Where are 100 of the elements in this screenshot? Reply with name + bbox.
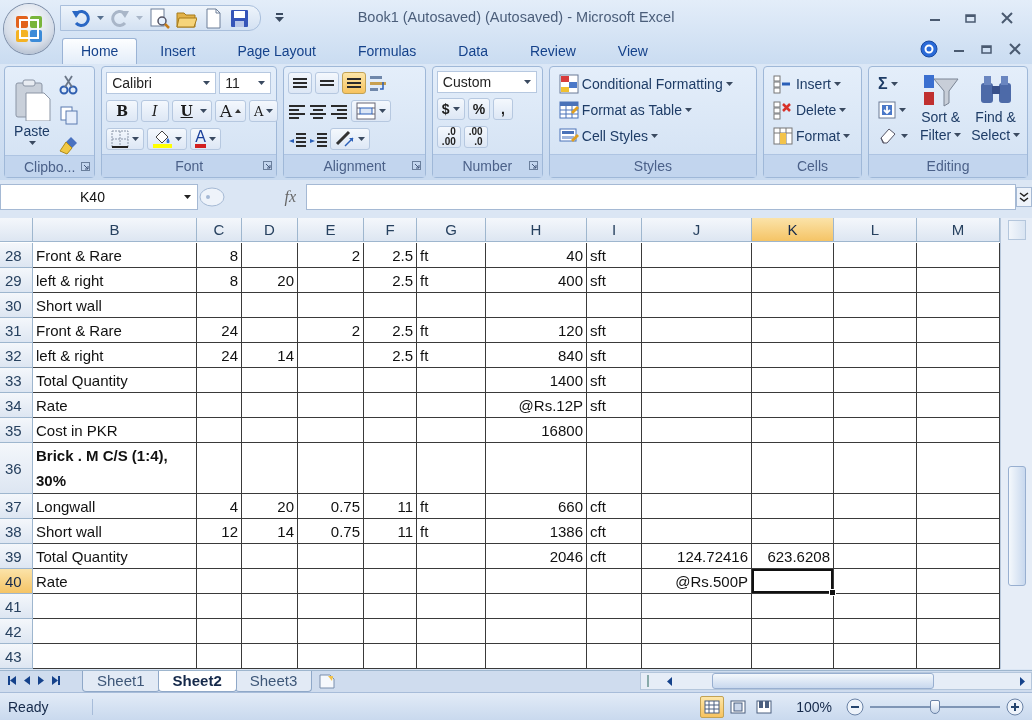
caret-icon[interactable] xyxy=(833,82,841,86)
logo-icon[interactable] xyxy=(14,14,44,44)
caret-icon[interactable] xyxy=(452,107,460,111)
row-header[interactable]: 33 xyxy=(0,368,33,393)
caret-icon[interactable] xyxy=(175,137,183,141)
zoom-slider[interactable] xyxy=(870,699,1000,714)
caret-icon[interactable] xyxy=(1013,133,1021,137)
align-right-icon[interactable] xyxy=(330,103,349,119)
increase-decimal-button[interactable]: .0 .00 xyxy=(436,126,461,148)
row-header[interactable]: 35 xyxy=(0,418,33,443)
comma-button[interactable]: , xyxy=(493,98,513,120)
decrease-indent-icon[interactable] xyxy=(288,130,307,148)
restore-icon[interactable] xyxy=(964,11,978,25)
paint-bucket-icon[interactable] xyxy=(152,129,173,149)
fill-color-button[interactable] xyxy=(147,128,188,150)
customize-toolbar-icon[interactable] xyxy=(275,13,284,23)
vertical-scrollbar[interactable] xyxy=(1000,218,1032,669)
horizontal-scrollbar[interactable] xyxy=(640,672,1032,690)
currency-button[interactable]: $ xyxy=(436,98,465,120)
caret-icon[interactable] xyxy=(954,133,962,137)
ribbon-tab[interactable]: Review xyxy=(510,38,595,64)
number-format-dropdown[interactable]: Custom xyxy=(436,71,537,93)
insert-function-button[interactable]: fx xyxy=(284,187,296,206)
ribbon-tab[interactable]: Formulas xyxy=(339,38,436,64)
caret-icon[interactable] xyxy=(199,109,207,113)
sheet-tab[interactable]: Sheet2 xyxy=(157,671,237,692)
sheet-tab[interactable]: Sheet3 xyxy=(234,671,313,692)
dialog-launcher-icon[interactable] xyxy=(528,161,538,170)
caret-icon[interactable] xyxy=(203,81,211,85)
caret-icon[interactable] xyxy=(358,137,366,141)
restore-icon[interactable] xyxy=(980,42,994,56)
row-header[interactable]: 28 xyxy=(0,243,33,268)
caret-icon[interactable] xyxy=(899,108,906,112)
caret-icon[interactable] xyxy=(651,134,658,138)
caret-icon[interactable] xyxy=(258,81,266,85)
font-name-dropdown[interactable]: Calibri xyxy=(106,72,217,94)
cut-icon[interactable] xyxy=(59,75,79,95)
caret-icon[interactable] xyxy=(843,134,851,138)
row-header[interactable]: 41 xyxy=(0,594,33,619)
office-button[interactable] xyxy=(4,4,54,54)
font-color-button[interactable]: A xyxy=(190,128,221,150)
column-header[interactable]: C xyxy=(197,218,242,242)
last-sheet-icon[interactable] xyxy=(52,676,60,685)
column-header[interactable]: H xyxy=(486,218,587,242)
row-header[interactable]: 34 xyxy=(0,393,33,418)
column-header[interactable]: G xyxy=(417,218,486,242)
slider-thumb[interactable] xyxy=(930,699,940,714)
delete-button[interactable]: Delete xyxy=(767,99,856,121)
print-preview-icon[interactable] xyxy=(149,7,170,29)
column-header[interactable]: D xyxy=(242,218,298,242)
row-header[interactable]: 40 xyxy=(0,569,33,594)
sheet-tab[interactable]: Sheet1 xyxy=(82,671,160,692)
row-header[interactable]: 37 xyxy=(0,494,33,519)
borders-icon[interactable] xyxy=(111,130,130,148)
align-top-button[interactable] xyxy=(288,72,313,94)
align-bottom-button[interactable] xyxy=(342,72,367,94)
undo-icon[interactable] xyxy=(71,8,91,28)
caret-icon[interactable] xyxy=(684,108,692,112)
caret-icon[interactable] xyxy=(235,109,242,113)
bold-button[interactable]: B xyxy=(106,100,138,122)
format-as-table-button[interactable]: Format as Table xyxy=(553,99,738,121)
zoom-out-icon[interactable] xyxy=(846,697,864,716)
column-header[interactable]: M xyxy=(917,218,1000,242)
caret-icon[interactable] xyxy=(523,80,531,84)
new-document-icon[interactable] xyxy=(203,7,223,29)
align-left-icon[interactable] xyxy=(288,103,307,119)
font-size-dropdown[interactable]: 11 xyxy=(219,72,272,94)
ribbon-tab[interactable]: Home xyxy=(62,38,138,64)
autosum-button[interactable]: Σ xyxy=(873,73,913,95)
wrap-text-icon[interactable] xyxy=(369,74,388,92)
caret-icon[interactable] xyxy=(184,194,191,199)
grow-font-button[interactable]: A xyxy=(214,100,247,122)
caret-icon[interactable] xyxy=(208,137,216,141)
copy-icon[interactable] xyxy=(59,105,79,125)
column-header[interactable]: L xyxy=(834,218,917,242)
formula-input[interactable] xyxy=(306,183,1016,210)
underline-button[interactable]: U xyxy=(171,100,212,122)
row-header[interactable]: 31 xyxy=(0,318,33,343)
caret-icon[interactable] xyxy=(901,134,908,138)
shrink-font-button[interactable]: A xyxy=(249,100,279,122)
ribbon-tab[interactable]: Insert xyxy=(141,38,215,64)
align-center-icon[interactable] xyxy=(309,103,328,119)
sort-filter-button[interactable]: Sort & Filter xyxy=(917,71,965,154)
zoom-in-icon[interactable] xyxy=(1006,697,1024,716)
insert-button[interactable]: Insert xyxy=(767,73,856,95)
dialog-launcher-icon[interactable] xyxy=(411,161,421,170)
align-middle-button[interactable] xyxy=(315,72,340,94)
cell-styles-button[interactable]: Cell Styles xyxy=(553,125,738,147)
row-header[interactable]: 43 xyxy=(0,644,33,669)
format-painter-icon[interactable] xyxy=(59,135,79,155)
column-header[interactable]: E xyxy=(298,218,364,242)
dialog-launcher-icon[interactable] xyxy=(81,162,91,171)
column-header[interactable]: B xyxy=(33,218,197,242)
save-icon[interactable] xyxy=(229,7,250,29)
increase-indent-icon[interactable] xyxy=(309,130,328,148)
name-box[interactable]: K40 xyxy=(0,183,198,210)
ribbon-tab[interactable]: Page Layout xyxy=(218,38,335,64)
ribbon-tab[interactable]: Data xyxy=(439,38,507,64)
ribbon-tab[interactable]: View xyxy=(598,38,667,64)
caret-icon[interactable] xyxy=(28,141,36,145)
